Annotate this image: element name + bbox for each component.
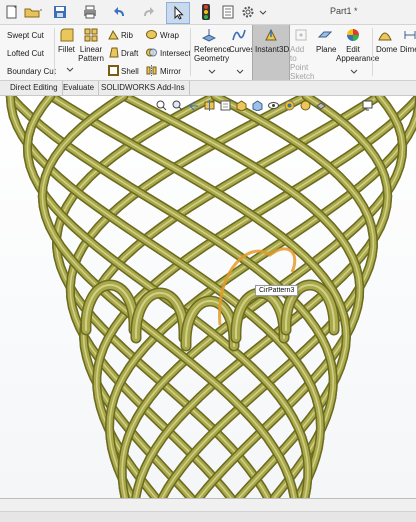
plane-button[interactable]: Plane bbox=[316, 45, 336, 54]
reference-geometry-icon bbox=[202, 29, 216, 42]
redo-icon[interactable] bbox=[138, 2, 158, 22]
command-manager-ribbon: Swept Cut Lofted Cut Boundary Cut Fillet… bbox=[0, 25, 416, 81]
rib-button[interactable]: Rib bbox=[121, 31, 133, 40]
view-orientation-icon[interactable] bbox=[236, 99, 247, 111]
wrap-button[interactable]: Wrap bbox=[160, 31, 179, 40]
instant3d-label: Instant3D bbox=[255, 45, 290, 54]
rebuild-traffic-light-icon[interactable] bbox=[198, 2, 214, 22]
document-title: Part1 * bbox=[330, 6, 358, 16]
quick-access-toolbar: Part1 * bbox=[0, 0, 416, 25]
shell-icon bbox=[108, 65, 119, 76]
zoom-to-fit-icon[interactable] bbox=[156, 100, 167, 111]
save-icon[interactable] bbox=[50, 2, 70, 22]
intersect-icon bbox=[146, 48, 157, 57]
previous-view-icon[interactable] bbox=[188, 100, 199, 111]
status-bar bbox=[0, 498, 416, 522]
options-gear-icon[interactable] bbox=[240, 2, 256, 22]
heads-up-view-toolbar bbox=[156, 98, 373, 112]
lattice-vase-model[interactable] bbox=[0, 96, 416, 498]
reference-geometry-dropdown-icon[interactable] bbox=[208, 67, 216, 75]
shell-button[interactable]: Shell bbox=[121, 67, 139, 76]
status-bar-footer bbox=[0, 511, 416, 522]
dimension-button[interactable]: Dime bbox=[400, 45, 416, 54]
mirror-icon bbox=[146, 65, 157, 76]
add-to-point-sketch-button[interactable]: Add to Point Sketch bbox=[290, 45, 314, 81]
hide-show-items-icon[interactable] bbox=[268, 100, 279, 111]
file-properties-icon[interactable] bbox=[220, 2, 236, 22]
view-settings-icon[interactable] bbox=[316, 100, 327, 111]
graphics-viewport[interactable] bbox=[0, 96, 416, 498]
fillet-icon bbox=[60, 28, 74, 42]
print-icon[interactable] bbox=[80, 2, 100, 22]
zoom-area-icon[interactable] bbox=[172, 100, 183, 111]
tab-solidworks-add-ins[interactable]: SOLIDWORKS Add-Ins bbox=[97, 81, 190, 95]
add-to-point-sketch-icon bbox=[295, 29, 307, 41]
curves-button[interactable]: Curves bbox=[229, 45, 254, 54]
edit-appearance-hud-icon[interactable] bbox=[284, 100, 295, 111]
intersect-button[interactable]: Intersect bbox=[160, 49, 191, 58]
fillet-button[interactable]: Fillet bbox=[58, 45, 75, 54]
fillet-dropdown-icon[interactable] bbox=[66, 65, 74, 73]
dynamic-annotation-icon[interactable] bbox=[220, 100, 231, 111]
ribbon-divider bbox=[190, 28, 191, 76]
draft-button[interactable]: Draft bbox=[121, 49, 138, 58]
edit-appearance-icon bbox=[347, 29, 359, 41]
edit-appearance-dropdown-icon[interactable] bbox=[350, 67, 358, 75]
command-manager-tabs: Direct Editing Evaluate SOLIDWORKS Add-I… bbox=[0, 81, 416, 96]
reference-geometry-button[interactable]: Reference Geometry bbox=[194, 45, 231, 63]
swept-cut-button[interactable]: Swept Cut bbox=[7, 31, 44, 40]
dimension-icon bbox=[404, 31, 416, 39]
apply-scene-icon[interactable] bbox=[300, 100, 311, 111]
instant3d-toggle[interactable]: Instant3D bbox=[252, 25, 290, 80]
boundary-cut-button[interactable]: Boundary Cut bbox=[7, 67, 56, 76]
new-document-icon[interactable] bbox=[2, 2, 22, 22]
select-pointer-icon[interactable] bbox=[166, 2, 190, 24]
ribbon-divider bbox=[54, 28, 55, 76]
display-style-icon[interactable] bbox=[252, 99, 263, 111]
tab-direct-editing[interactable]: Direct Editing bbox=[6, 81, 63, 95]
dome-button[interactable]: Dome bbox=[376, 45, 397, 54]
linear-pattern-icon bbox=[84, 28, 98, 42]
draft-icon bbox=[109, 47, 119, 58]
instant3d-icon bbox=[265, 28, 277, 41]
undo-icon[interactable] bbox=[110, 2, 130, 22]
dome-icon bbox=[378, 32, 392, 41]
monitor-icon[interactable] bbox=[362, 100, 373, 111]
linear-pattern-button[interactable]: Linear Pattern bbox=[78, 45, 104, 63]
curves-icon bbox=[232, 29, 246, 41]
ribbon-divider bbox=[372, 28, 373, 76]
mirror-button[interactable]: Mirror bbox=[160, 67, 181, 76]
edit-appearance-button[interactable]: Edit Appearance bbox=[336, 45, 379, 63]
wrap-icon bbox=[146, 30, 157, 39]
options-dropdown-icon[interactable] bbox=[258, 2, 268, 22]
open-file-icon[interactable] bbox=[22, 2, 44, 22]
curves-dropdown-icon[interactable] bbox=[236, 67, 244, 75]
feature-tooltip: CirPattern3 bbox=[255, 285, 299, 296]
tab-evaluate[interactable]: Evaluate bbox=[59, 81, 100, 95]
section-view-icon[interactable] bbox=[204, 99, 215, 111]
rib-icon bbox=[108, 29, 119, 40]
lofted-cut-button[interactable]: Lofted Cut bbox=[7, 49, 44, 58]
plane-icon bbox=[318, 31, 332, 38]
